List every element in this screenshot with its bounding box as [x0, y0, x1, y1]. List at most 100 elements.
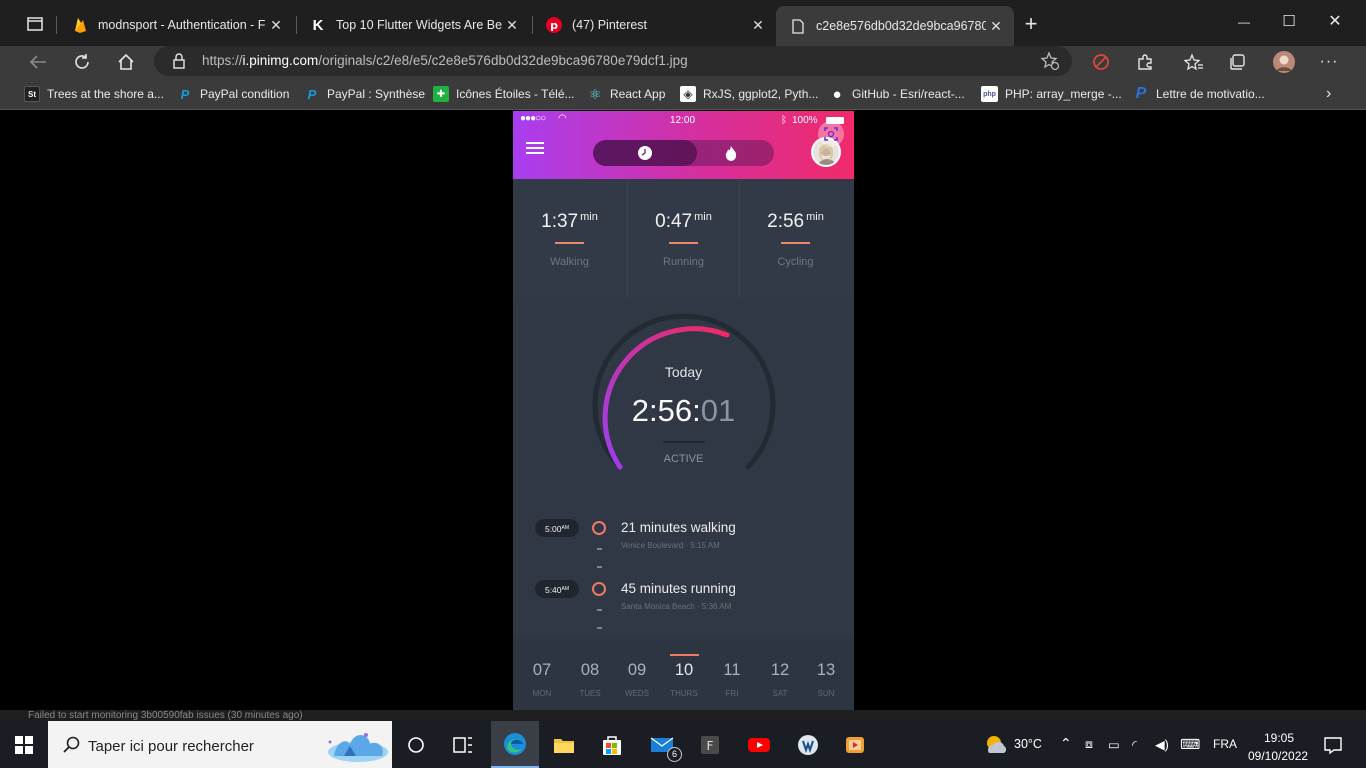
f-app-icon[interactable]: F	[698, 733, 722, 757]
youtube-icon[interactable]	[747, 733, 771, 757]
fitness-app-screenshot: ●●●○○ ◠ 12:00 ᛒ 100% 1:37 min Walking 0:…	[513, 111, 854, 721]
rxjs-icon: ◈	[680, 86, 696, 102]
day-mon[interactable]: 07 MON	[518, 661, 566, 698]
bookmark-rxjs[interactable]: ◈ RxJS, ggplot2, Pyth...	[680, 84, 818, 104]
day-sat[interactable]: 12 SAT	[756, 661, 804, 698]
bookmark-trees[interactable]: St Trees at the shore a...	[24, 84, 164, 104]
page-icon	[790, 18, 806, 34]
bookmark-icones-etoiles[interactable]: ✚ Icônes Étoiles - Télé...	[433, 84, 575, 104]
edge-taskbar-item[interactable]	[491, 721, 539, 768]
tab-firebase[interactable]: modnsport - Authentication - Fir ✕	[58, 8, 294, 42]
day-thu[interactable]: 10 THURS	[660, 661, 708, 698]
day-tue[interactable]: 08 TUES	[566, 661, 614, 698]
extensions-button[interactable]	[1132, 50, 1158, 74]
tab-flutter-widgets[interactable]: K Top 10 Flutter Widgets Are Best ✕	[296, 8, 530, 42]
search-placeholder: Taper ici pour rechercher	[88, 738, 254, 755]
clock-date[interactable]: 09/10/2022	[1248, 749, 1308, 763]
close-tab-icon[interactable]: ✕	[986, 18, 1006, 35]
back-arrow-icon	[29, 55, 46, 69]
timeline-subtitle: Venice Boulevard · 5:15 AM	[621, 541, 720, 550]
bookmark-php[interactable]: php PHP: array_merge -...	[981, 84, 1122, 104]
network-icon[interactable]: ◜	[1132, 737, 1137, 752]
bookmarks-overflow-chevron-icon[interactable]: ›	[1326, 84, 1331, 104]
php-icon: php	[981, 86, 998, 102]
collections-button[interactable]	[1225, 50, 1251, 74]
windows-taskbar: Taper ici pour rechercher 6 F 30°C ⌃ ⧈ ▭…	[0, 721, 1366, 768]
paypal-icon: P	[307, 86, 317, 102]
notifications-icon[interactable]	[1321, 733, 1345, 757]
close-tab-icon[interactable]: ✕	[266, 17, 286, 34]
weather-icon[interactable]	[983, 733, 1009, 760]
k-logo-icon: K	[312, 16, 324, 34]
bookmark-paypal-synthese[interactable]: P PayPal : Synthèse	[304, 84, 425, 104]
settings-menu-button[interactable]: ···	[1316, 50, 1342, 74]
battery-text: 100%	[792, 115, 818, 126]
today-gauge: Today 2:56:01 ACTIVE	[513, 297, 854, 507]
home-button[interactable]	[113, 50, 139, 74]
bookmark-github[interactable]: ● GitHub - Esri/react-...	[829, 84, 964, 104]
favorites-button[interactable]	[1181, 50, 1207, 74]
app-header: ●●●○○ ◠ 12:00 ᛒ 100%	[513, 111, 854, 179]
volume-icon[interactable]: ◀)	[1155, 737, 1169, 752]
time-pill: 5:40AM	[535, 580, 579, 598]
bookmark-lettre-motivation[interactable]: P Lettre de motivatio...	[1133, 84, 1265, 104]
search-highlight-illustration-icon	[328, 733, 388, 762]
back-button[interactable]	[25, 50, 51, 74]
clock-icon	[637, 145, 653, 166]
menu-icon[interactable]	[526, 142, 544, 154]
new-tab-button[interactable]: +	[1018, 11, 1044, 36]
media-player-icon[interactable]	[843, 733, 867, 757]
timeline-ring-icon	[592, 521, 606, 535]
day-sun[interactable]: 13 SUN	[802, 661, 850, 698]
stat-underline	[781, 242, 810, 244]
day-fri[interactable]: 11 FRI	[708, 661, 756, 698]
widgets-icon[interactable]	[451, 733, 475, 757]
input-language[interactable]: FRA	[1213, 737, 1237, 751]
address-bar[interactable]: https://i.pinimg.com/originals/c2/e8/e5/…	[154, 46, 1072, 76]
refresh-button[interactable]	[69, 50, 95, 74]
home-icon	[118, 53, 134, 70]
tab-active-image[interactable]: c2e8e576db0d32de9bca96780e7 ✕	[776, 6, 1014, 46]
tracking-prevention-button[interactable]	[1088, 50, 1114, 74]
gauge-title: Today	[664, 364, 703, 380]
screenshot-capture-icon[interactable]	[818, 121, 844, 147]
icons8-icon: ✚	[433, 86, 449, 102]
task-view-icon[interactable]	[404, 733, 428, 757]
timeline-ring-icon	[592, 582, 606, 596]
minimize-button[interactable]: —	[1231, 10, 1257, 34]
close-tab-icon[interactable]: ✕	[502, 17, 522, 34]
maximize-button[interactable]: ☐	[1276, 9, 1302, 33]
taskbar-search-box[interactable]: Taper ici pour rechercher	[48, 721, 392, 768]
windows-start-icon[interactable]	[12, 733, 36, 757]
profile-button[interactable]	[1271, 50, 1297, 74]
stat-label: Running	[663, 256, 704, 268]
timeline-title[interactable]: 45 minutes running	[621, 581, 736, 596]
bookmark-paypal-condition[interactable]: P PayPal condition	[177, 84, 290, 104]
lock-icon[interactable]	[172, 53, 186, 74]
bookmark-react-app[interactable]: ⚛ React App	[587, 84, 666, 104]
timeline-subtitle: Santa Monica Beach · 5:36 AM	[621, 602, 732, 611]
tab-actions-button[interactable]	[22, 12, 48, 36]
activity-toggle[interactable]	[593, 140, 774, 166]
tray-chevron-up-icon[interactable]: ⌃	[1060, 735, 1072, 752]
clock-time[interactable]: 19:05	[1264, 731, 1294, 745]
edge-icon	[504, 733, 526, 755]
close-tab-icon[interactable]: ✕	[748, 17, 768, 34]
meet-now-icon[interactable]: ⧈	[1085, 737, 1093, 752]
block-icon	[1093, 54, 1109, 70]
flame-icon[interactable]	[724, 145, 738, 166]
timeline-title[interactable]: 21 minutes walking	[621, 520, 736, 535]
keyboard-icon[interactable]: ⌨	[1180, 736, 1200, 753]
weather-temperature[interactable]: 30°C	[1014, 737, 1042, 751]
url-text[interactable]: https://i.pinimg.com/originals/c2/e8/e5/…	[202, 53, 688, 68]
app-taskbar-icon[interactable]	[796, 733, 820, 757]
tab-pinterest[interactable]: p (47) Pinterest ✕	[532, 8, 776, 42]
firebase-icon	[72, 17, 88, 33]
battery-icon[interactable]: ▭	[1108, 737, 1120, 752]
status-time: 12:00	[670, 115, 696, 126]
add-favorite-icon[interactable]	[1040, 51, 1060, 76]
close-window-button[interactable]: ✕	[1322, 9, 1348, 33]
day-wed[interactable]: 09 WEDS	[613, 661, 661, 698]
file-explorer-icon[interactable]	[552, 733, 576, 757]
store-icon[interactable]	[600, 733, 624, 757]
